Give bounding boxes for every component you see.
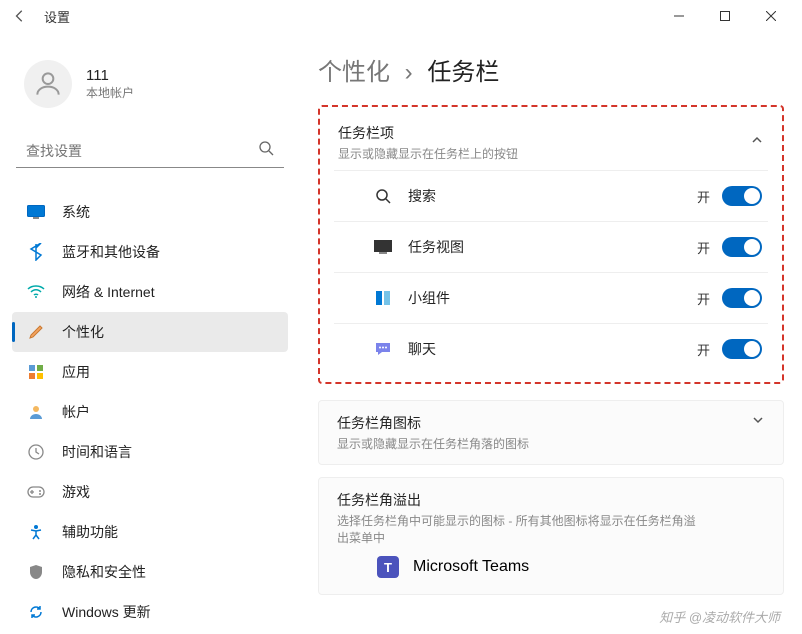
person-icon	[26, 402, 46, 422]
nav-time-language[interactable]: 时间和语言	[12, 432, 288, 472]
chevron-up-icon	[750, 133, 764, 152]
chevron-down-icon	[751, 413, 765, 432]
app-label: Microsoft Teams	[413, 558, 529, 576]
search-box[interactable]	[16, 134, 284, 168]
clock-icon	[26, 442, 46, 462]
nav-label: 应用	[62, 362, 90, 382]
search-icon	[372, 185, 394, 207]
toggle-taskview[interactable]	[722, 237, 762, 257]
search-icon	[258, 140, 274, 161]
toggle-search[interactable]	[722, 186, 762, 206]
nav-system[interactable]: 系统	[12, 192, 288, 232]
panel-title: 任务栏项	[338, 123, 518, 143]
gamepad-icon	[26, 482, 46, 502]
nav-privacy[interactable]: 隐私和安全性	[12, 552, 288, 592]
nav-apps[interactable]: 应用	[12, 352, 288, 392]
maximize-button[interactable]	[702, 0, 748, 32]
window-title: 设置	[44, 7, 70, 26]
chat-icon	[372, 338, 394, 360]
nav-label: 系统	[62, 202, 90, 222]
user-name: 111	[86, 67, 134, 84]
row-chat: 聊天 开	[334, 323, 768, 374]
chevron-right-icon: ›	[405, 59, 413, 86]
user-profile[interactable]: 111 本地帐户	[12, 52, 288, 116]
card-subtitle: 选择任务栏角中可能显示的图标 - 所有其他图标将显示在任务栏角溢出菜单中	[337, 512, 697, 546]
corner-icons-card: 任务栏角图标 显示或隐藏显示在任务栏角落的图标	[318, 400, 784, 465]
widgets-icon	[372, 287, 394, 309]
bluetooth-icon	[26, 242, 46, 262]
nav-personalization[interactable]: 个性化	[12, 312, 288, 352]
card-subtitle: 显示或隐藏显示在任务栏角落的图标	[337, 435, 529, 452]
nav-accounts[interactable]: 帐户	[12, 392, 288, 432]
taskbar-items-header[interactable]: 任务栏项 显示或隐藏显示在任务栏上的按钮	[334, 115, 768, 170]
display-icon	[26, 202, 46, 222]
nav-bluetooth[interactable]: 蓝牙和其他设备	[12, 232, 288, 272]
row-taskview: 任务视图 开	[334, 221, 768, 272]
toggle-widgets[interactable]	[722, 288, 762, 308]
nav-label: 网络 & Internet	[62, 282, 155, 302]
breadcrumb: 个性化 › 任务栏	[318, 52, 784, 87]
row-search: 搜索 开	[334, 170, 768, 221]
back-button[interactable]	[8, 4, 32, 28]
nav-label: 时间和语言	[62, 442, 132, 462]
overflow-card: 任务栏角溢出 选择任务栏角中可能显示的图标 - 所有其他图标将显示在任务栏角溢出…	[318, 477, 784, 595]
card-title: 任务栏角溢出	[337, 490, 697, 510]
toggle-state: 开	[697, 238, 710, 257]
nav-label: 隐私和安全性	[62, 562, 146, 582]
overflow-header[interactable]: 任务栏角溢出 选择任务栏角中可能显示的图标 - 所有其他图标将显示在任务栏角溢出…	[337, 490, 765, 546]
taskview-icon	[372, 236, 394, 258]
apps-icon	[26, 362, 46, 382]
nav-label: 帐户	[62, 402, 90, 422]
user-type: 本地帐户	[86, 84, 134, 101]
nav-label: Windows 更新	[62, 602, 151, 622]
taskbar-items-panel: 任务栏项 显示或隐藏显示在任务栏上的按钮 搜索 开 任务视图 开	[318, 105, 784, 384]
row-label: 聊天	[408, 339, 436, 359]
shield-icon	[26, 562, 46, 582]
row-widgets: 小组件 开	[334, 272, 768, 323]
card-title: 任务栏角图标	[337, 413, 529, 433]
panel-subtitle: 显示或隐藏显示在任务栏上的按钮	[338, 145, 518, 162]
nav-label: 辅助功能	[62, 522, 118, 542]
breadcrumb-current: 任务栏	[427, 59, 499, 86]
nav-accessibility[interactable]: 辅助功能	[12, 512, 288, 552]
toggle-chat[interactable]	[722, 339, 762, 359]
nav-label: 游戏	[62, 482, 90, 502]
row-label: 任务视图	[408, 237, 464, 257]
nav-label: 个性化	[62, 322, 104, 342]
toggle-state: 开	[697, 289, 710, 308]
nav-gaming[interactable]: 游戏	[12, 472, 288, 512]
close-button[interactable]	[748, 0, 794, 32]
avatar-icon	[24, 60, 72, 108]
search-input[interactable]	[26, 143, 258, 159]
wifi-icon	[26, 282, 46, 302]
nav-network[interactable]: 网络 & Internet	[12, 272, 288, 312]
watermark: 知乎 @凌动软件大师	[659, 607, 780, 626]
accessibility-icon	[26, 522, 46, 542]
teams-icon: T	[377, 556, 399, 578]
row-label: 搜索	[408, 186, 436, 206]
brush-icon	[26, 322, 46, 342]
toggle-state: 开	[697, 340, 710, 359]
app-row-teams: T Microsoft Teams	[337, 546, 765, 582]
update-icon	[26, 602, 46, 622]
row-label: 小组件	[408, 288, 450, 308]
breadcrumb-parent[interactable]: 个性化	[318, 59, 390, 86]
toggle-state: 开	[697, 187, 710, 206]
nav-label: 蓝牙和其他设备	[62, 242, 160, 262]
minimize-button[interactable]	[656, 0, 702, 32]
corner-icons-header[interactable]: 任务栏角图标 显示或隐藏显示在任务栏角落的图标	[337, 413, 765, 452]
nav-windows-update[interactable]: Windows 更新	[12, 592, 288, 632]
